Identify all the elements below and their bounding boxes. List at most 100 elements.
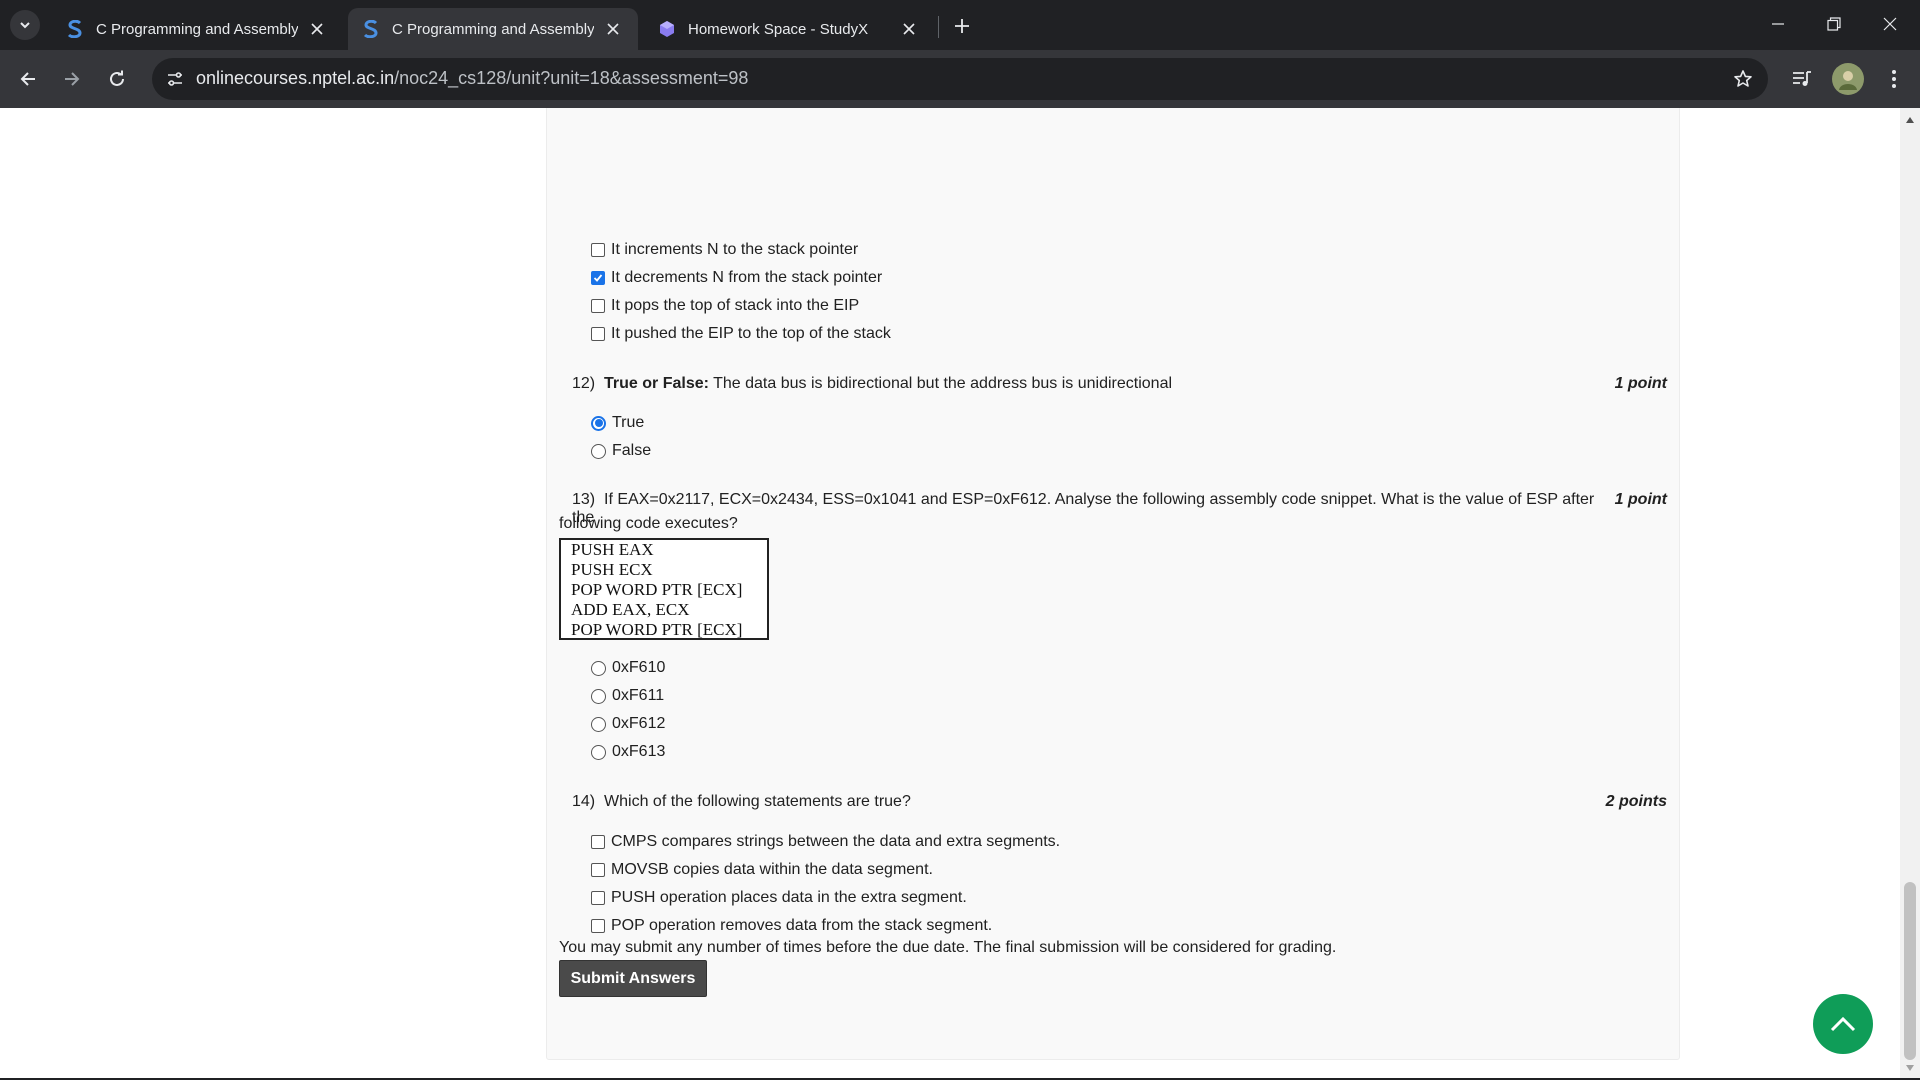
option-label: It pops the top of stack into the EIP <box>611 297 860 314</box>
assessment-card: It increments N to the stack pointer It … <box>546 108 1680 1060</box>
radio-button[interactable] <box>591 660 606 676</box>
q13-option-2[interactable]: 0xF611 <box>591 687 664 705</box>
tab-studyx[interactable]: Homework Space - StudyX <box>644 8 934 50</box>
option-label: PUSH operation places data in the extra … <box>611 889 967 906</box>
restore-button[interactable] <box>1806 0 1862 48</box>
option-label: False <box>612 442 652 459</box>
close-icon[interactable] <box>602 18 624 40</box>
question-prefix: True or False: <box>604 375 709 392</box>
page-scrollbar[interactable] <box>1900 108 1920 1078</box>
swayam-icon <box>66 20 84 38</box>
checkbox[interactable] <box>591 863 605 877</box>
minimize-button[interactable] <box>1750 0 1806 48</box>
profile-avatar[interactable] <box>1832 63 1864 95</box>
queue-music-icon <box>1793 71 1811 86</box>
radio-button[interactable] <box>591 443 606 459</box>
option-label: 0xF611 <box>612 687 665 704</box>
q14-option-4[interactable]: POP operation removes data from the stac… <box>591 917 992 935</box>
triangle-up-icon <box>1906 117 1914 123</box>
option-label: It pushed the EIP to the top of the stac… <box>611 325 891 342</box>
option-label: 0xF612 <box>612 715 666 732</box>
q14-option-3[interactable]: PUSH operation places data in the extra … <box>591 889 967 907</box>
scrollbar-thumb[interactable] <box>1904 882 1916 1060</box>
close-icon[interactable] <box>898 18 920 40</box>
checkbox[interactable] <box>591 299 605 313</box>
option-label: CMPS compares strings between the data a… <box>611 833 1061 850</box>
site-info-button[interactable] <box>160 64 190 94</box>
checkbox[interactable] <box>591 919 605 933</box>
q13-option-1[interactable]: 0xF610 <box>591 659 665 677</box>
q11-option-1[interactable]: It increments N to the stack pointer <box>591 241 858 259</box>
arrow-left-icon <box>20 72 35 86</box>
radio-button[interactable] <box>591 415 606 431</box>
option-label: MOVSB copies data within the data segmen… <box>611 861 933 878</box>
forward-button[interactable] <box>56 63 88 95</box>
plus-icon <box>955 19 969 33</box>
checkbox[interactable] <box>591 271 605 285</box>
more-vert-icon <box>1892 70 1896 88</box>
address-bar[interactable]: onlinecourses.nptel.ac.in/noc24_cs128/un… <box>152 58 1768 100</box>
code-line: POP WORD PTR [ECX] <box>571 620 743 639</box>
chevron-down-icon <box>20 22 30 29</box>
option-label: 0xF610 <box>612 659 666 676</box>
scroll-down-arrow[interactable] <box>1904 1062 1916 1074</box>
close-window-button[interactable] <box>1862 0 1918 48</box>
triangle-down-icon <box>1906 1065 1914 1071</box>
question-14-points: 2 points <box>1605 793 1667 810</box>
minimize-icon <box>1772 23 1784 25</box>
reload-icon <box>110 70 124 86</box>
option-label: POP operation removes data from the stac… <box>611 917 993 934</box>
submit-answers-button[interactable]: Submit Answers <box>559 960 707 997</box>
q12-option-false[interactable]: False <box>591 442 651 460</box>
question-number: 13) <box>572 491 596 508</box>
checkbox[interactable] <box>591 327 605 341</box>
tune-icon <box>168 72 182 86</box>
tab-title: C Programming and Assembly L <box>392 20 594 38</box>
code-line: PUSH ECX <box>571 560 653 579</box>
radio-button[interactable] <box>591 716 606 732</box>
question-12-text: 12) True or False: The data bus is bidir… <box>572 375 1172 393</box>
tab-title: C Programming and Assembly L <box>96 20 298 38</box>
studyx-icon <box>658 20 676 38</box>
question-13-points: 1 point <box>1614 491 1667 508</box>
bookmark-button[interactable] <box>1730 66 1756 92</box>
scroll-to-top-button[interactable] <box>1813 994 1873 1054</box>
tab-search-button[interactable] <box>10 10 40 40</box>
page-viewport: It increments N to the stack pointer It … <box>0 108 1900 1078</box>
q11-option-3[interactable]: It pops the top of stack into the EIP <box>591 297 859 315</box>
radio-button[interactable] <box>591 744 606 760</box>
question-13-text-line2: following code executes? <box>559 515 738 532</box>
q13-option-3[interactable]: 0xF612 <box>591 715 665 733</box>
browser-menu-button[interactable] <box>1878 63 1910 95</box>
q11-option-2[interactable]: It decrements N from the stack pointer <box>591 269 882 287</box>
reload-button[interactable] <box>101 63 133 95</box>
close-icon[interactable] <box>306 18 328 40</box>
option-label: It decrements N from the stack pointer <box>611 269 883 286</box>
arrow-right-icon <box>65 72 80 86</box>
question-number: 12) <box>572 375 596 392</box>
back-button[interactable] <box>12 63 44 95</box>
scroll-up-arrow[interactable] <box>1904 114 1916 126</box>
url-text: onlinecourses.nptel.ac.in/noc24_cs128/un… <box>196 68 748 89</box>
question-body: The data bus is bidirectional but the ad… <box>713 375 1173 392</box>
q13-option-4[interactable]: 0xF613 <box>591 743 665 761</box>
checkbox[interactable] <box>591 891 605 905</box>
browser-tab-strip: C Programming and Assembly L C Programmi… <box>0 0 1920 50</box>
q14-option-2[interactable]: MOVSB copies data within the data segmen… <box>591 861 933 879</box>
q11-option-4[interactable]: It pushed the EIP to the top of the stac… <box>591 325 891 343</box>
tab-c-programming-1[interactable]: C Programming and Assembly L <box>52 8 342 50</box>
radio-button[interactable] <box>591 688 606 704</box>
media-controls-button[interactable] <box>1786 63 1818 95</box>
code-line: POP WORD PTR [ECX] <box>571 580 743 599</box>
tab-c-programming-2[interactable]: C Programming and Assembly L <box>348 8 638 50</box>
question-14-text: 14) Which of the following statements ar… <box>572 793 911 811</box>
checkbox[interactable] <box>591 835 605 849</box>
option-label: True <box>612 414 645 431</box>
option-label: It increments N to the stack pointer <box>611 241 859 258</box>
swayam-icon <box>362 20 380 38</box>
q14-option-1[interactable]: CMPS compares strings between the data a… <box>591 833 1060 851</box>
question-body: Which of the following statements are tr… <box>604 793 911 810</box>
q12-option-true[interactable]: True <box>591 414 644 432</box>
checkbox[interactable] <box>591 243 605 257</box>
new-tab-button[interactable] <box>948 12 976 40</box>
